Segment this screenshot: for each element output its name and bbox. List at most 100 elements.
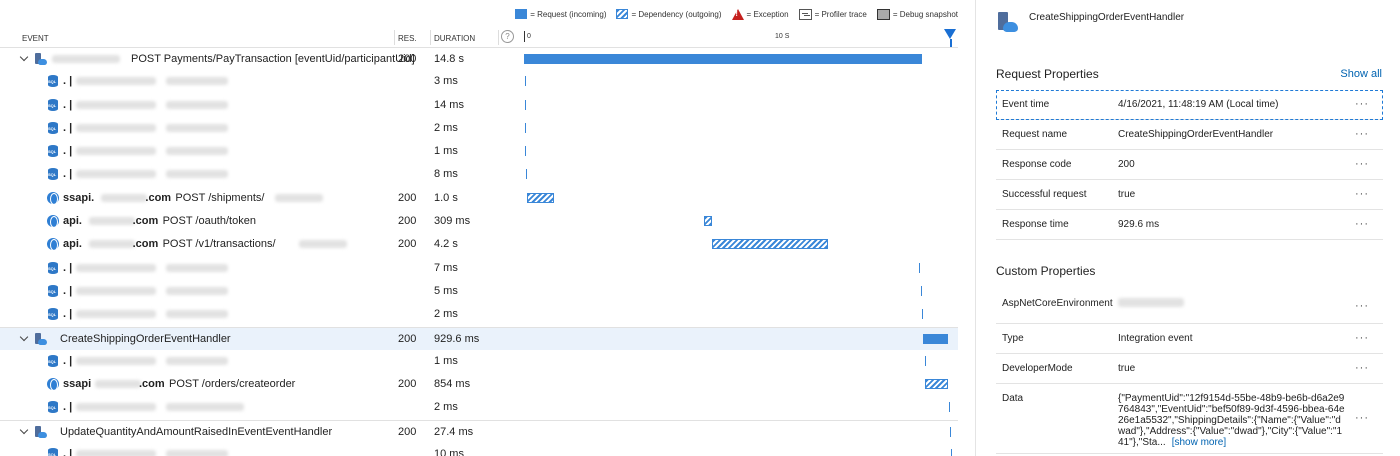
- request-row[interactable]: CreateShippingOrderEventHandler 200 929.6 …: [0, 326, 958, 350]
- column-separator[interactable]: [498, 30, 499, 45]
- dependency-row[interactable]: . | 1 ms: [0, 140, 958, 163]
- timeline-bar[interactable]: [525, 99, 527, 110]
- property-row[interactable]: Response code 200 ···: [996, 150, 1383, 180]
- property-row[interactable]: AspNetCoreEnvironment ···: [996, 289, 1383, 324]
- legend: = Request (incoming) = Dependency (outgo…: [505, 8, 958, 20]
- duration-column-header[interactable]: DURATION: [434, 34, 475, 43]
- redacted-text: [166, 100, 228, 109]
- dependency-row[interactable]: . | 8 ms: [0, 163, 958, 186]
- dependency-row[interactable]: . | 1 ms: [0, 350, 958, 373]
- more-options-icon[interactable]: ···: [1355, 218, 1369, 230]
- property-value: 4/16/2021, 11:48:19 AM (Local time): [1118, 99, 1346, 110]
- legend-request: = Request (incoming): [515, 9, 606, 19]
- more-options-icon[interactable]: ···: [1355, 332, 1369, 344]
- property-value: [1118, 298, 1346, 310]
- timeline-bar[interactable]: [919, 262, 921, 273]
- property-row[interactable]: Response time 929.6 ms ···: [996, 210, 1383, 240]
- res-column-header[interactable]: RES.: [398, 34, 417, 43]
- property-row[interactable]: Request name CreateShippingOrderEventHand…: [996, 120, 1383, 150]
- event-prefix: . |: [63, 354, 73, 367]
- dependency-row[interactable]: . | 3 ms: [0, 70, 958, 93]
- timeline-bar[interactable]: [951, 449, 953, 456]
- timeline-bar[interactable]: [712, 239, 828, 250]
- dependency-row[interactable]: ssapi. .com POST /shipments/200 1.0 s: [0, 187, 958, 210]
- redacted-text: [88, 240, 135, 249]
- timeline-bar[interactable]: [924, 355, 926, 366]
- dependency-row[interactable]: . | 7 ms: [0, 257, 958, 280]
- timeline-bar[interactable]: [950, 426, 952, 437]
- duration-value: 7 ms: [434, 261, 458, 274]
- redacted-text: [76, 403, 156, 412]
- redacted-text: [275, 193, 324, 202]
- dependency-row[interactable]: . | 10 ms: [0, 443, 958, 456]
- redacted-text: [95, 380, 141, 389]
- timeline-bar[interactable]: [949, 402, 951, 413]
- timeline-bar[interactable]: [525, 169, 527, 180]
- property-row[interactable]: Event time 4/16/2021, 11:48:19 AM (Local …: [996, 90, 1383, 120]
- timeline-bar[interactable]: [525, 122, 527, 133]
- property-row[interactable]: Data {"PaymentUid":"12f9154d-55be-48b9-be…: [996, 384, 1383, 454]
- timeline-bar[interactable]: [920, 285, 922, 296]
- redacted-text: [76, 356, 156, 365]
- property-row[interactable]: DeveloperMode true ···: [996, 354, 1383, 384]
- sql-database-icon: [47, 448, 60, 456]
- request-properties-heading: Request Properties: [996, 67, 1099, 81]
- show-more-link[interactable]: [show more]: [1172, 437, 1226, 448]
- result-code: 200: [398, 191, 417, 204]
- timeline-bar[interactable]: [925, 379, 949, 390]
- property-value-text: true: [1118, 189, 1136, 200]
- property-key: DeveloperMode: [1002, 363, 1073, 374]
- panel-title: CreateShippingOrderEventHandler: [1029, 12, 1185, 23]
- property-row[interactable]: Successful request true ···: [996, 180, 1383, 210]
- more-options-icon[interactable]: ···: [1355, 98, 1369, 110]
- column-separator[interactable]: [394, 30, 395, 45]
- event-prefix: . |: [63, 308, 73, 321]
- timeline-bar[interactable]: [923, 333, 949, 344]
- timeline-bar[interactable]: [524, 54, 923, 64]
- show-all-link[interactable]: Show all: [1340, 68, 1382, 80]
- help-icon[interactable]: ?: [501, 30, 514, 43]
- dependency-row[interactable]: . | 2 ms: [0, 396, 958, 419]
- request-icon: [33, 425, 47, 439]
- property-row[interactable]: Type Integration event ···: [996, 324, 1383, 354]
- event-name: UpdateQuantityAndAmountRaisedInEventEven…: [60, 425, 333, 438]
- dependency-row[interactable]: . | 2 ms: [0, 117, 958, 140]
- more-options-icon[interactable]: ···: [1355, 300, 1369, 312]
- dependency-row[interactable]: . | 2 ms: [0, 303, 958, 326]
- timeline-bar[interactable]: [704, 216, 713, 227]
- property-value: Integration event: [1118, 333, 1346, 344]
- redacted-text: [166, 77, 228, 86]
- request-row[interactable]: UpdateQuantityAndAmountRaisedInEventEven…: [0, 419, 958, 443]
- request-icon: [33, 332, 47, 346]
- duration-value: 309 ms: [434, 215, 471, 228]
- more-options-icon[interactable]: ···: [1355, 158, 1369, 170]
- column-separator[interactable]: [430, 30, 431, 45]
- timeline-bar[interactable]: [525, 146, 527, 157]
- redacted-text: [298, 240, 347, 249]
- more-options-icon[interactable]: ···: [1355, 412, 1369, 424]
- duration-value: 1 ms: [434, 354, 458, 367]
- dependency-row[interactable]: api. .com POST /v1/transactions/200 4.2 s: [0, 233, 958, 256]
- dependency-row[interactable]: ssapi .com POST /orders/createorder 200 854 …: [0, 373, 958, 396]
- request-row[interactable]: POST Payments/PayTransaction [eventUid/p…: [0, 47, 958, 70]
- chevron-down-icon[interactable]: [20, 333, 29, 342]
- chevron-down-icon[interactable]: [20, 426, 29, 435]
- web-globe-icon: [47, 378, 60, 392]
- more-options-icon[interactable]: ···: [1355, 362, 1369, 374]
- more-options-icon[interactable]: ···: [1355, 188, 1369, 200]
- redacted-text: [52, 55, 120, 63]
- redacted-text: [166, 403, 244, 412]
- timeline-marker-icon[interactable]: [944, 29, 956, 39]
- dependency-row[interactable]: . | 14 ms: [0, 94, 958, 117]
- timeline-bar[interactable]: [524, 76, 526, 87]
- event-column-header[interactable]: EVENT: [22, 34, 49, 43]
- timeline-bar[interactable]: [922, 309, 924, 320]
- chevron-down-icon[interactable]: [20, 53, 29, 62]
- dependency-row[interactable]: api. .com POST /oauth/token 200 309 ms: [0, 210, 958, 233]
- more-options-icon[interactable]: ···: [1355, 128, 1369, 140]
- timeline-bar[interactable]: [526, 192, 554, 203]
- property-value: CreateShippingOrderEventHandler: [1118, 129, 1346, 140]
- duration-value: 1 ms: [434, 145, 458, 158]
- host-suffix: .com: [139, 378, 165, 391]
- dependency-row[interactable]: . | 5 ms: [0, 280, 958, 303]
